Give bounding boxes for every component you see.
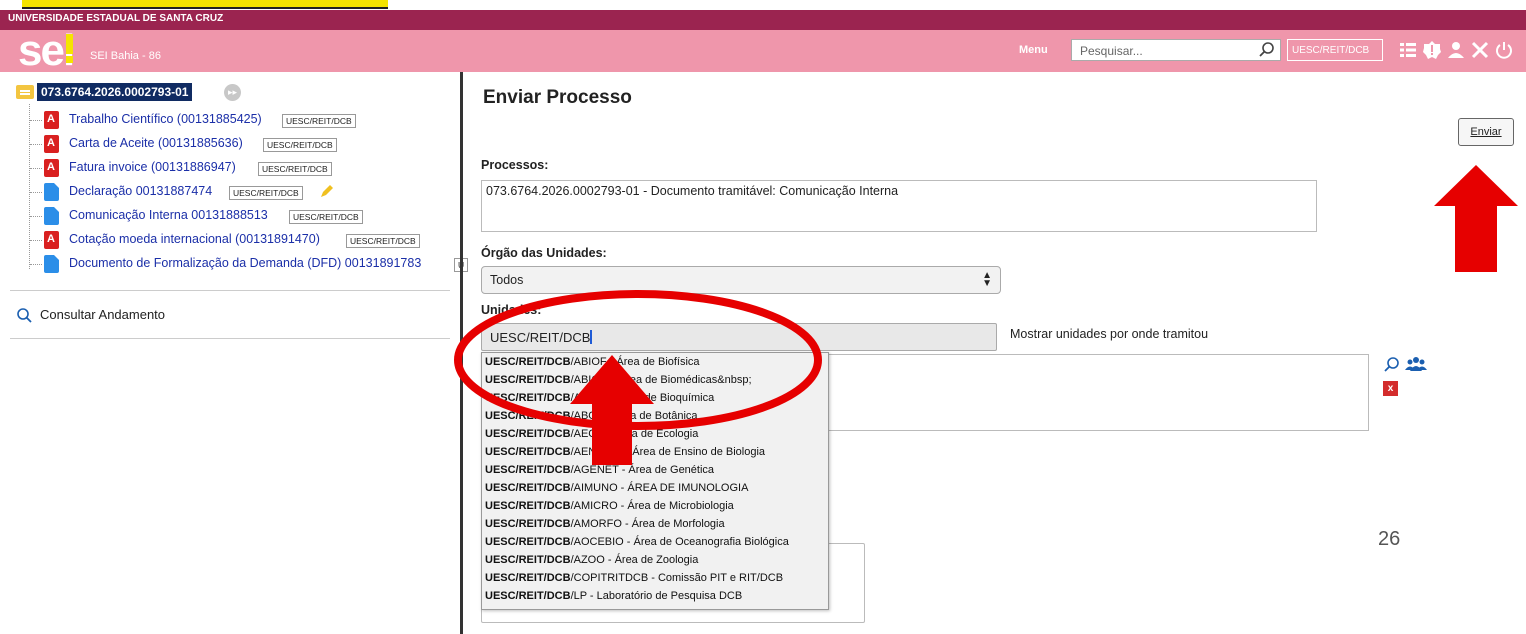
highlight-ellipse (454, 290, 822, 430)
up-arrow-annotation (1434, 165, 1518, 272)
up-arrow-annotation (570, 355, 654, 465)
annotation-overlay (454, 165, 1518, 465)
